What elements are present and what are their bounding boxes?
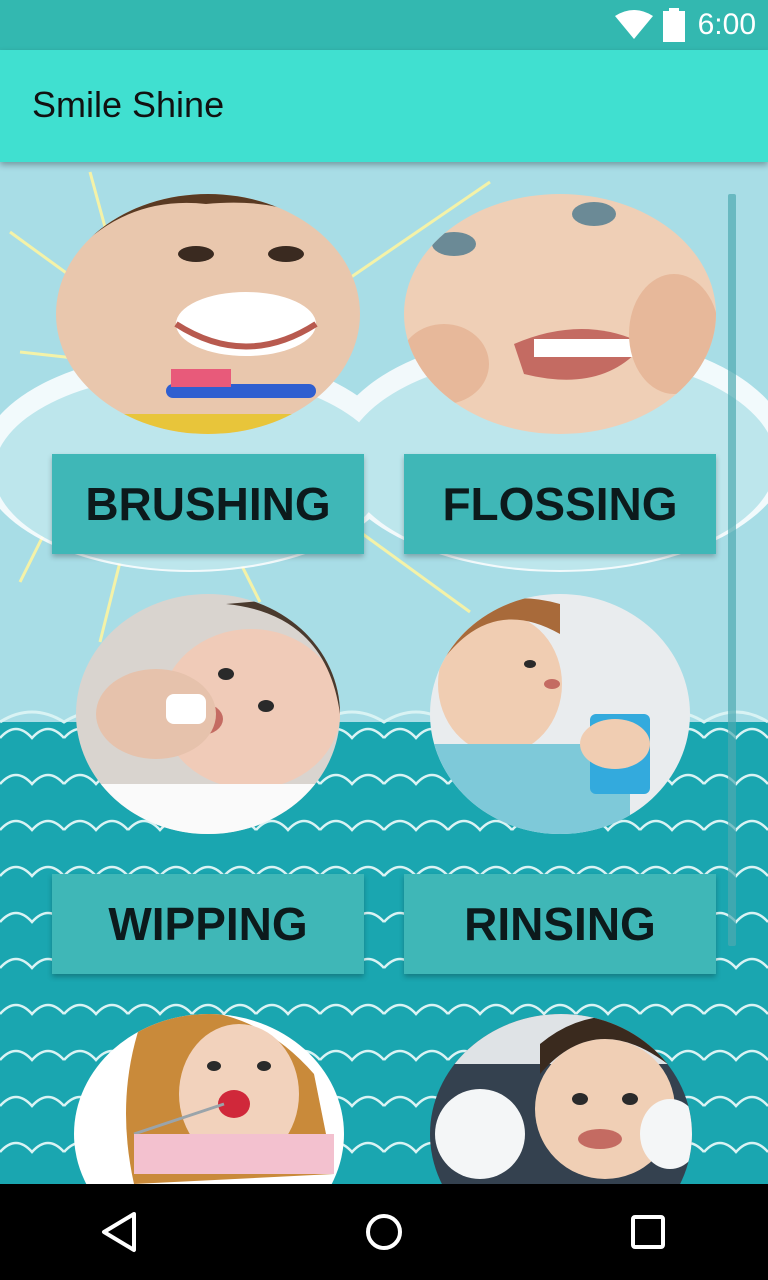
navigation-bar	[0, 1184, 768, 1280]
recents-icon[interactable]	[618, 1202, 678, 1262]
scrollbar[interactable]	[728, 194, 736, 946]
wiping-button[interactable]: WIPPING	[52, 874, 364, 974]
flossing-photo[interactable]	[404, 194, 716, 434]
rinsing-photo[interactable]	[430, 594, 690, 834]
flossing-image	[404, 194, 716, 434]
wiping-image	[76, 594, 340, 834]
brushing-button[interactable]: BRUSHING	[52, 454, 364, 554]
battery-icon	[663, 8, 685, 42]
status-time: 6:00	[697, 8, 756, 41]
app-bar: Smile Shine	[0, 50, 768, 162]
back-icon[interactable]	[90, 1202, 150, 1262]
rinsing-image	[430, 594, 690, 834]
brushing-photo[interactable]	[56, 194, 360, 434]
brushing-image	[56, 194, 360, 434]
status-bar: 6:00	[0, 0, 768, 50]
app-title: Smile Shine	[32, 84, 225, 125]
flossing-button[interactable]: FLOSSING	[404, 454, 716, 554]
rinsing-button[interactable]: RINSING	[404, 874, 716, 974]
wifi-icon	[615, 10, 653, 39]
activity-grid[interactable]: BRUSHING FLOSSING WIPPING RINSING	[0, 162, 768, 1184]
home-icon[interactable]	[354, 1202, 414, 1262]
wiping-photo[interactable]	[76, 594, 340, 834]
